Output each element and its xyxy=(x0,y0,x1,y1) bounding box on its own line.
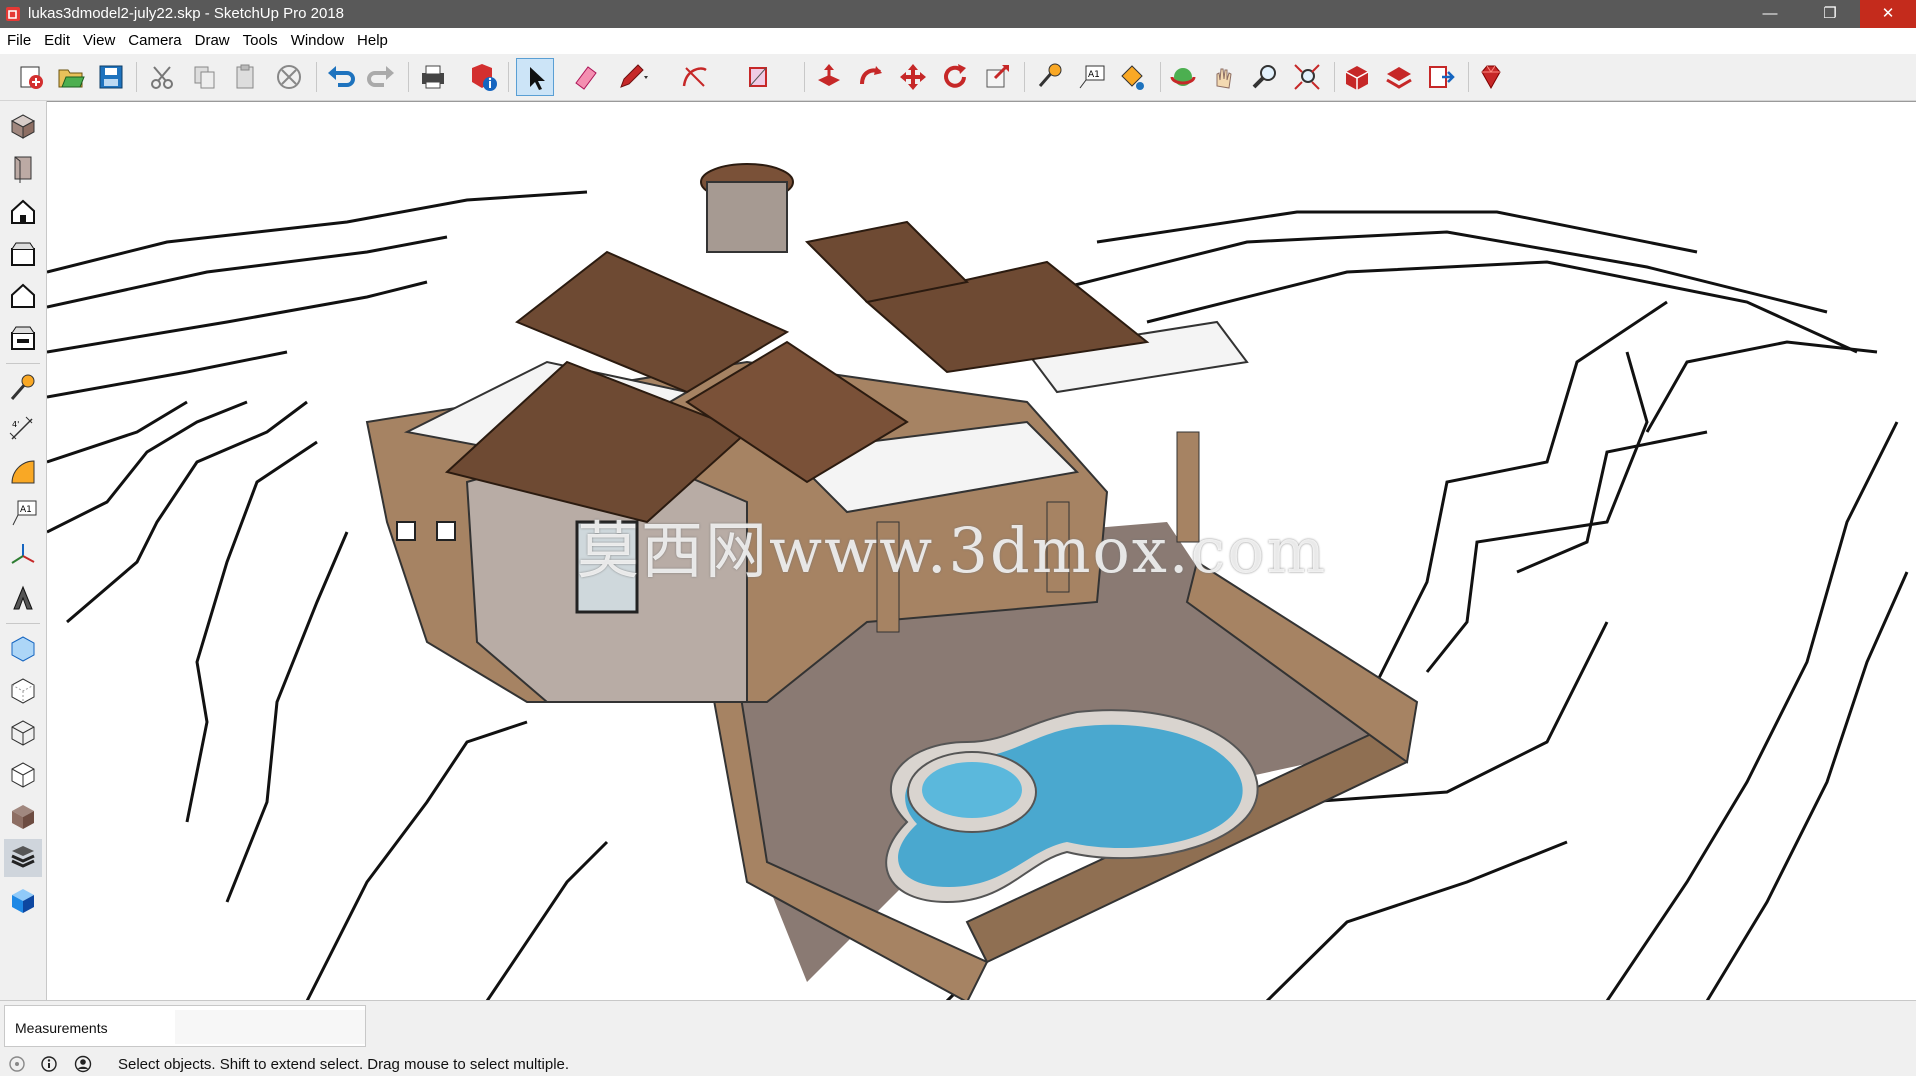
shaded-textures-icon[interactable] xyxy=(4,839,42,877)
status-bar: Select objects. Shift to extend select. … xyxy=(0,1052,1916,1076)
pan-hand-icon[interactable] xyxy=(1204,58,1242,96)
title-bar: lukas3dmodel2-july22.skp - SketchUp Pro … xyxy=(0,0,1916,28)
right-view-icon[interactable] xyxy=(4,235,42,273)
open-folder-icon[interactable] xyxy=(52,58,90,96)
undo-icon[interactable] xyxy=(322,58,360,96)
wireframe-icon[interactable] xyxy=(4,713,42,751)
measurements-box: Measurements xyxy=(4,1005,366,1047)
turret xyxy=(706,181,788,253)
push-pull-icon[interactable] xyxy=(810,58,848,96)
tape-measure-icon[interactable] xyxy=(4,369,42,407)
back-view-icon[interactable] xyxy=(4,277,42,315)
3d-warehouse-icon[interactable] xyxy=(1338,58,1376,96)
maximize-icon: ❐ xyxy=(1823,5,1837,22)
measurements-bar: Measurements xyxy=(0,1000,1916,1053)
orbit-icon[interactable] xyxy=(1164,58,1202,96)
geo-location-icon[interactable] xyxy=(8,1055,26,1073)
menu-help[interactable]: Help xyxy=(350,28,394,54)
svg-text:4': 4' xyxy=(12,420,19,429)
close-icon: ✕ xyxy=(1881,5,1895,22)
iso-view-icon[interactable] xyxy=(4,107,42,145)
xray-icon[interactable] xyxy=(4,629,42,667)
menu-view[interactable]: View xyxy=(76,28,121,54)
minimize-icon: — xyxy=(1762,5,1778,22)
model-viewport[interactable]: 莫西网www.3dmox.com xyxy=(47,101,1916,1001)
3d-text-icon[interactable] xyxy=(4,579,42,617)
shaded-icon[interactable] xyxy=(4,797,42,835)
pencil-line-icon[interactable] xyxy=(612,58,650,96)
measurements-label: Measurements xyxy=(15,1020,108,1036)
paste-icon[interactable] xyxy=(226,58,264,96)
sketchup-logo-icon xyxy=(6,7,20,21)
svg-text:A1: A1 xyxy=(1088,70,1100,80)
maximize-button[interactable]: ❐ xyxy=(1802,0,1858,28)
new-file-icon[interactable] xyxy=(12,58,50,96)
status-message: Select objects. Shift to extend select. … xyxy=(118,1056,570,1073)
menu-draw[interactable]: Draw xyxy=(188,28,236,54)
paint-bucket-icon[interactable] xyxy=(1112,58,1150,96)
menu-camera[interactable]: Camera xyxy=(121,28,187,54)
monochrome-icon[interactable] xyxy=(4,881,42,919)
menu-file[interactable]: File xyxy=(0,28,37,54)
close-button[interactable]: ✕ xyxy=(1860,0,1916,28)
tape-measure-icon[interactable] xyxy=(1030,58,1068,96)
info-credits-icon[interactable] xyxy=(40,1055,58,1073)
ruby-icon[interactable] xyxy=(1472,58,1510,96)
arc-icon[interactable] xyxy=(676,58,714,96)
extension-warehouse-icon[interactable] xyxy=(1380,58,1418,96)
erase-circle-icon[interactable] xyxy=(270,58,308,96)
move-icon[interactable] xyxy=(894,58,932,96)
watermark-text: 莫西网www.3dmox.com xyxy=(577,514,1328,587)
hidden-line-icon[interactable] xyxy=(4,755,42,793)
redo-icon[interactable] xyxy=(362,58,400,96)
rotate-icon[interactable] xyxy=(936,58,974,96)
main-toolbar: A1 xyxy=(0,54,1916,101)
window-title: lukas3dmodel2-july22.skp - SketchUp Pro … xyxy=(28,5,345,22)
text-label-icon[interactable]: A1 xyxy=(1072,58,1110,96)
zoom-icon[interactable] xyxy=(1246,58,1284,96)
cut-icon[interactable] xyxy=(144,58,182,96)
print-icon[interactable] xyxy=(414,58,452,96)
top-view-icon[interactable] xyxy=(4,149,42,187)
menu-edit[interactable]: Edit xyxy=(37,28,76,54)
left-view-icon[interactable] xyxy=(4,319,42,357)
axes-icon[interactable] xyxy=(4,537,42,575)
dimension-icon[interactable]: 4' xyxy=(4,411,42,449)
menu-tools[interactable]: Tools xyxy=(236,28,284,54)
front-view-icon[interactable] xyxy=(4,193,42,231)
svg-text:A1: A1 xyxy=(20,505,32,515)
eraser-icon[interactable] xyxy=(566,58,604,96)
follow-me-icon[interactable] xyxy=(852,58,890,96)
measurements-input[interactable] xyxy=(175,1010,365,1044)
menu-window[interactable]: Window xyxy=(284,28,350,54)
copy-icon[interactable] xyxy=(186,58,224,96)
select-arrow-icon[interactable] xyxy=(516,58,554,96)
save-icon[interactable] xyxy=(92,58,130,96)
text-icon[interactable]: A1 xyxy=(4,495,42,533)
model-info-icon[interactable] xyxy=(464,58,502,96)
user-account-icon[interactable] xyxy=(74,1055,92,1073)
back-edges-icon[interactable] xyxy=(4,671,42,709)
zoom-extents-icon[interactable] xyxy=(1288,58,1326,96)
layout-send-icon[interactable] xyxy=(1422,58,1460,96)
left-toolbar: 4' A1 xyxy=(0,101,47,1000)
scale-icon[interactable] xyxy=(978,58,1016,96)
menu-bar: File Edit View Camera Draw Tools Window Help xyxy=(0,28,1916,54)
minimize-button[interactable]: — xyxy=(1742,0,1798,28)
protractor-icon[interactable] xyxy=(4,453,42,491)
rectangle-icon[interactable] xyxy=(740,58,778,96)
